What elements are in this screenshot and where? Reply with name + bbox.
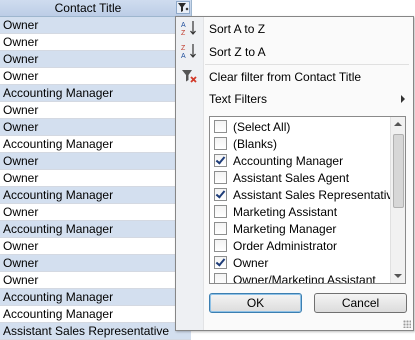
menu-separator — [205, 64, 409, 65]
sort-z-to-a-item[interactable]: Sort Z to A — [209, 42, 266, 62]
table-row[interactable]: Owner — [0, 51, 191, 68]
filter-item-label: Owner — [233, 256, 269, 270]
list-scrollbar[interactable] — [390, 117, 405, 283]
filter-list-item[interactable]: Assistant Sales Representative — [214, 187, 399, 204]
filter-item-label: Accounting Manager — [233, 154, 344, 168]
filter-funnel-icon — [178, 3, 189, 12]
sort-descending-icon: Z A — [181, 44, 196, 60]
filter-list-item[interactable]: Order Administrator — [214, 238, 337, 255]
filter-list-item[interactable]: Owner/Marketing Assistant — [214, 272, 376, 284]
ok-button[interactable]: OK — [209, 293, 302, 313]
filter-dropdown-button[interactable] — [176, 1, 190, 14]
table-row[interactable]: Accounting Manager — [0, 136, 191, 153]
filter-item-label: (Select All) — [233, 120, 291, 134]
filter-item-label: Order Administrator — [233, 239, 338, 253]
table-row[interactable]: Accounting Manager — [0, 221, 191, 238]
filter-list-item[interactable]: Owner — [214, 255, 268, 272]
resize-grip-icon[interactable] — [403, 320, 411, 328]
table-row[interactable]: Owner — [0, 119, 191, 136]
sort-ascending-icon: A Z — [181, 21, 196, 37]
filter-item-label: Assistant Sales Agent — [233, 171, 350, 185]
table-row[interactable]: Owner — [0, 68, 191, 85]
svg-text:A: A — [181, 53, 186, 60]
filter-checkbox[interactable] — [214, 120, 227, 133]
filter-checkbox[interactable] — [214, 154, 227, 167]
filter-item-label: Marketing Manager — [233, 222, 337, 236]
clear-filter-item[interactable]: Clear filter from Contact Title — [209, 67, 361, 87]
filter-list-item[interactable]: Marketing Assistant — [214, 204, 337, 221]
svg-text:Z: Z — [181, 45, 186, 52]
filter-checkbox[interactable] — [214, 256, 227, 269]
scroll-down-arrow-icon[interactable] — [394, 274, 402, 278]
scroll-up-arrow-icon[interactable] — [394, 122, 402, 126]
table-row[interactable]: Accounting Manager — [0, 289, 191, 306]
table-row[interactable]: Accounting Manager — [0, 306, 191, 323]
clear-filter-icon — [182, 70, 197, 83]
column-rows: Owner Owner Owner Owner Accounting Manager Ow… — [0, 17, 191, 340]
filter-values-list[interactable]: (Select All) (Blanks) Accounting Manager As… — [209, 116, 406, 284]
table-row[interactable]: Accounting Manager — [0, 85, 191, 102]
table-row[interactable]: Owner — [0, 272, 191, 289]
cancel-button[interactable]: Cancel — [314, 293, 407, 313]
filter-checkbox[interactable] — [214, 205, 227, 218]
svg-text:Z: Z — [181, 30, 186, 37]
table-row[interactable]: Owner — [0, 170, 191, 187]
menu-icon-gutter — [176, 17, 204, 330]
table-row[interactable]: Owner — [0, 238, 191, 255]
filter-item-label: Marketing Assistant — [233, 205, 338, 219]
filter-menu: A Z Sort A to Z Z A Sort Z to A Clear fi… — [175, 16, 414, 331]
column-header-label: Contact Title — [54, 1, 122, 15]
table-row[interactable]: Owner — [0, 17, 191, 34]
svg-text:A: A — [181, 22, 186, 29]
filter-item-label: Owner/Marketing Assistant — [233, 273, 376, 284]
filter-checkbox[interactable] — [214, 273, 227, 283]
table-row[interactable]: Accounting Manager — [0, 187, 191, 204]
column-header[interactable]: Contact Title — [0, 0, 192, 17]
filter-list-item[interactable]: (Select All) — [214, 119, 290, 136]
filter-checkbox[interactable] — [214, 171, 227, 184]
table-row[interactable]: Owner — [0, 204, 191, 221]
filter-list-item[interactable]: Accounting Manager — [214, 153, 343, 170]
spreadsheet-column: Contact Title Owner Owner Owner Owner Accoun… — [0, 0, 195, 340]
table-row[interactable]: Owner — [0, 153, 191, 170]
table-row[interactable]: Owner — [0, 255, 191, 272]
filter-checkbox[interactable] — [214, 222, 227, 235]
filter-list-item[interactable]: Marketing Manager — [214, 221, 336, 238]
table-row[interactable]: Owner — [0, 34, 191, 51]
filter-checkbox[interactable] — [214, 137, 227, 150]
filter-list-item[interactable]: Assistant Sales Agent — [214, 170, 349, 187]
submenu-arrow-icon — [401, 95, 405, 103]
filter-checkbox[interactable] — [214, 188, 227, 201]
filter-item-label: Assistant Sales Representative — [233, 188, 400, 202]
filter-item-label: (Blanks) — [233, 137, 278, 151]
filter-checkbox[interactable] — [214, 239, 227, 252]
text-filters-item[interactable]: Text Filters — [209, 89, 267, 109]
filter-list-item[interactable]: (Blanks) — [214, 136, 277, 153]
table-row[interactable]: Owner — [0, 102, 191, 119]
sort-a-to-z-item[interactable]: Sort A to Z — [209, 19, 265, 39]
scrollbar-thumb[interactable] — [393, 134, 404, 208]
